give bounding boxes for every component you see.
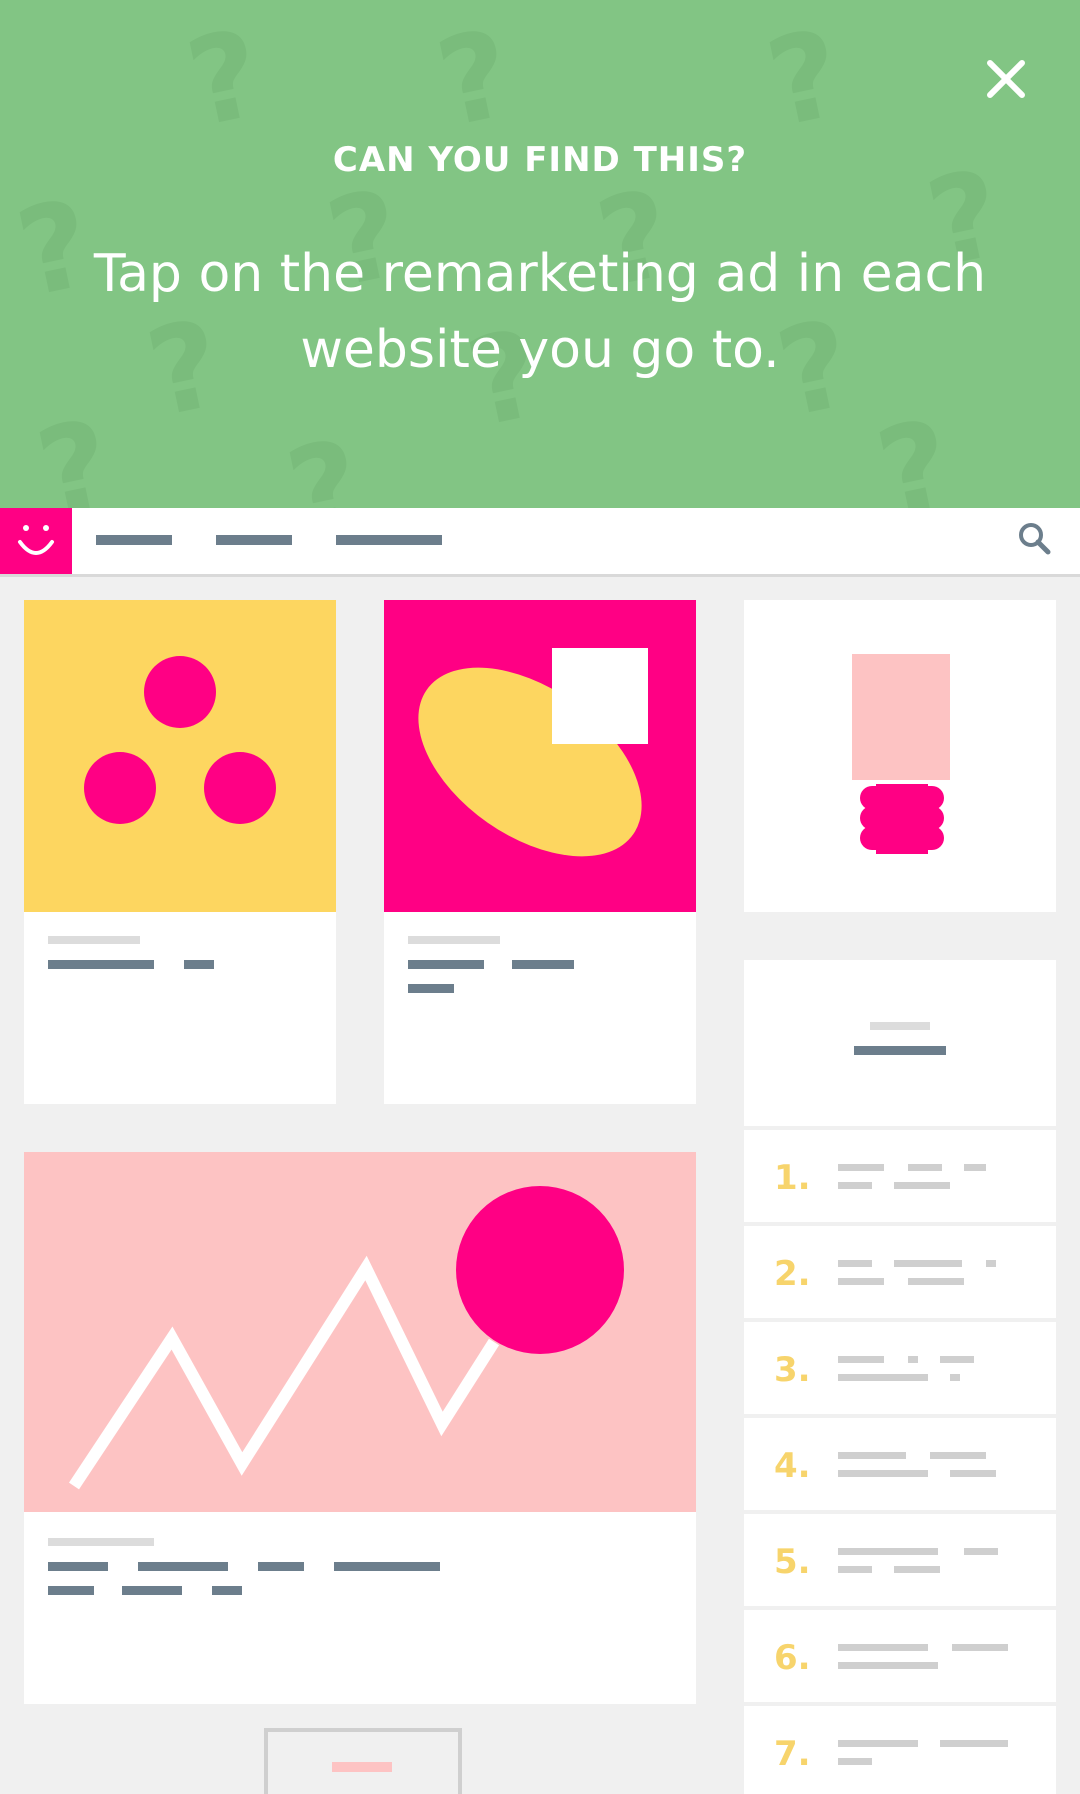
list-number: 7. bbox=[774, 1734, 811, 1774]
text-placeholder bbox=[184, 960, 214, 969]
question-mark-decoration: ? bbox=[756, 4, 854, 155]
card-image bbox=[384, 600, 696, 912]
text-placeholder bbox=[48, 1562, 108, 1571]
featured-article-card[interactable] bbox=[24, 1152, 696, 1704]
instruction-header: ? ? ? ? ? ? ? ? ? ? ? ? ? CAN YOU FIND T… bbox=[0, 0, 1080, 508]
search-button[interactable] bbox=[1016, 520, 1052, 556]
text-placeholder bbox=[48, 1586, 94, 1595]
text-placeholder bbox=[408, 936, 500, 944]
close-button[interactable] bbox=[982, 55, 1030, 103]
list-item[interactable]: 6. bbox=[744, 1610, 1056, 1702]
list-item[interactable]: 3. bbox=[744, 1322, 1056, 1414]
text-placeholder bbox=[408, 984, 454, 993]
list-item[interactable]: 7. bbox=[744, 1706, 1056, 1794]
remarketing-ad[interactable] bbox=[744, 600, 1056, 912]
list-number: 1. bbox=[774, 1158, 811, 1198]
list-item[interactable]: 1. bbox=[744, 1130, 1056, 1222]
list-number: 3. bbox=[774, 1350, 811, 1390]
text-placeholder bbox=[512, 960, 574, 969]
question-mark-decoration: ? bbox=[26, 394, 124, 508]
question-mark-decoration: ? bbox=[276, 414, 374, 508]
text-placeholder bbox=[870, 1022, 930, 1030]
article-card[interactable] bbox=[384, 600, 696, 1104]
text-placeholder bbox=[212, 1586, 242, 1595]
text-placeholder bbox=[48, 1538, 154, 1546]
list-item[interactable]: 2. bbox=[744, 1226, 1056, 1318]
card-image bbox=[24, 600, 336, 912]
load-more-button[interactable] bbox=[264, 1728, 462, 1794]
list-item[interactable]: 5. bbox=[744, 1514, 1056, 1606]
question-mark-decoration: ? bbox=[426, 4, 524, 155]
website-mockup-image[interactable]: 1. 2. 3. 4. 5. 6. 7. bbox=[0, 508, 1080, 1794]
list-number: 4. bbox=[774, 1446, 811, 1486]
text-placeholder bbox=[334, 1562, 440, 1571]
ad-image bbox=[852, 654, 950, 854]
text-placeholder bbox=[48, 936, 140, 944]
mock-navbar bbox=[0, 508, 1080, 577]
nav-link[interactable] bbox=[216, 535, 292, 545]
nav-link[interactable] bbox=[96, 535, 172, 545]
text-placeholder bbox=[138, 1562, 228, 1571]
text-placeholder bbox=[854, 1046, 946, 1055]
question-mark-decoration: ? bbox=[176, 4, 274, 155]
page-title: CAN YOU FIND THIS? bbox=[332, 140, 748, 180]
question-mark-decoration: ? bbox=[866, 394, 964, 508]
text-placeholder bbox=[48, 960, 154, 969]
nav-link[interactable] bbox=[336, 535, 442, 545]
button-label-placeholder bbox=[332, 1762, 392, 1772]
text-placeholder bbox=[122, 1586, 182, 1595]
search-icon bbox=[1019, 523, 1051, 555]
sidebar-header-card bbox=[744, 960, 1056, 1126]
smiley-icon bbox=[18, 525, 54, 555]
text-placeholder bbox=[258, 1562, 304, 1571]
text-placeholder bbox=[408, 960, 484, 969]
list-item[interactable]: 4. bbox=[744, 1418, 1056, 1510]
featured-image bbox=[24, 1152, 696, 1512]
instruction-text: Tap on the remarketing ad in each websit… bbox=[93, 244, 987, 380]
list-number: 6. bbox=[774, 1638, 811, 1678]
article-card[interactable] bbox=[24, 600, 336, 1104]
close-icon bbox=[987, 60, 1025, 98]
list-number: 2. bbox=[774, 1254, 811, 1294]
list-number: 5. bbox=[774, 1542, 811, 1582]
mock-logo[interactable] bbox=[0, 508, 72, 574]
